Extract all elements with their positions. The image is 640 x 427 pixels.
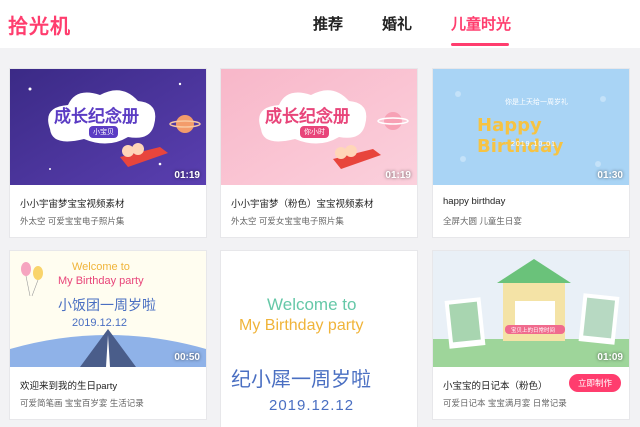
thumb-cn: 小饭团一周岁啦 (58, 297, 156, 313)
card-title[interactable]: happy birthday (443, 196, 505, 207)
card-thumbnail[interactable]: 成长纪念册 你小时 01:19 (221, 69, 417, 185)
make-now-button[interactable]: 立即制作 (568, 374, 621, 392)
thumb-tag: 小宝贝 (89, 126, 118, 138)
thumb-title: Happy Birthday (477, 115, 564, 157)
card-thumbnail[interactable]: 你是上天给一周岁礼 Happy Birthday 2019.10.01 01:3… (433, 69, 629, 185)
card-subtitle: 可爱简笔画 宝宝百岁宴 生活记录 (20, 398, 144, 408)
thumb-tag: 你小时 (300, 126, 329, 138)
template-card[interactable]: Welcome to My Birthday party 小饭团一周岁啦 201… (9, 250, 207, 420)
template-card[interactable]: Welcome to My Birthday party 纪小犀一周岁啦 201… (220, 250, 418, 427)
thumb-banner: 宝贝上的日常时间 (511, 328, 556, 334)
thumb-line1: Welcome to (72, 261, 130, 273)
card-subtitle: 全屏大圆 儿童生日宴 (443, 216, 522, 226)
tab-recommend[interactable]: 推荐 (313, 13, 343, 34)
app-logo[interactable]: 拾光机 (8, 10, 71, 39)
thumb-title: 成长纪念册 (54, 107, 139, 126)
thumb-line2: My Birthday party (58, 275, 144, 287)
thumb-date: 2019.12.12 (72, 317, 128, 329)
card-thumbnail[interactable]: 成长纪念册 小宝贝 01:19 (10, 69, 206, 185)
duration-badge: 01:30 (597, 170, 623, 181)
template-card[interactable]: 你是上天给一周岁礼 Happy Birthday 2019.10.01 01:3… (432, 68, 630, 238)
thumb-caption: 你是上天给一周岁礼 (505, 99, 568, 106)
duration-badge: 00:50 (174, 352, 200, 363)
duration-badge: 01:19 (385, 170, 411, 181)
card-thumbnail[interactable]: Welcome to My Birthday party 纪小犀一周岁啦 201… (221, 251, 417, 427)
card-thumbnail[interactable]: 宝贝上的日常时间 01:09 (433, 251, 629, 367)
template-card[interactable]: 成长纪念册 小宝贝 01:19 小小宇宙梦宝宝视频素材 外太空 可爱宝宝电子照片… (9, 68, 207, 238)
card-subtitle: 外太空 可爱宝宝电子照片集 (20, 216, 125, 226)
thumb-date: 2019.12.12 (269, 397, 355, 414)
card-title[interactable]: 欢迎来到我的生日party (20, 378, 117, 392)
tab-wedding[interactable]: 婚礼 (382, 13, 412, 34)
card-title[interactable]: 小小宇宙梦（粉色）宝宝视频素材 (231, 196, 374, 210)
thumb-line1: Welcome to (267, 295, 357, 314)
tab-kids-time[interactable]: 儿童时光 (451, 13, 511, 34)
duration-badge: 01:09 (597, 352, 623, 363)
thumb-title: 成长纪念册 (265, 107, 350, 126)
thumb-cn: 纪小犀一周岁啦 (231, 369, 371, 391)
card-subtitle: 可爱日记本 宝宝满月宴 日常记录 (443, 398, 567, 408)
card-title[interactable]: 小小宇宙梦宝宝视频素材 (20, 196, 125, 210)
active-tab-indicator (451, 43, 509, 46)
card-title[interactable]: 小宝宝的日记本（粉色） (443, 378, 548, 392)
template-card[interactable]: 成长纪念册 你小时 01:19 小小宇宙梦（粉色）宝宝视频素材 外太空 可爱女宝… (220, 68, 418, 238)
template-card[interactable]: 宝贝上的日常时间 01:09 小宝宝的日记本（粉色） 立即制作 可爱日记本 宝宝… (432, 250, 630, 420)
duration-badge: 01:19 (174, 170, 200, 181)
card-subtitle: 外太空 可爱女宝宝电子照片集 (231, 216, 344, 226)
top-nav: 拾光机 推荐 婚礼 儿童时光 (0, 0, 640, 48)
card-thumbnail[interactable]: Welcome to My Birthday party 小饭团一周岁啦 201… (10, 251, 206, 367)
diary-house-illustration (433, 251, 629, 367)
thumb-line2: My Birthday party (239, 317, 364, 334)
thumb-date: 2019.10.01 (511, 141, 557, 148)
